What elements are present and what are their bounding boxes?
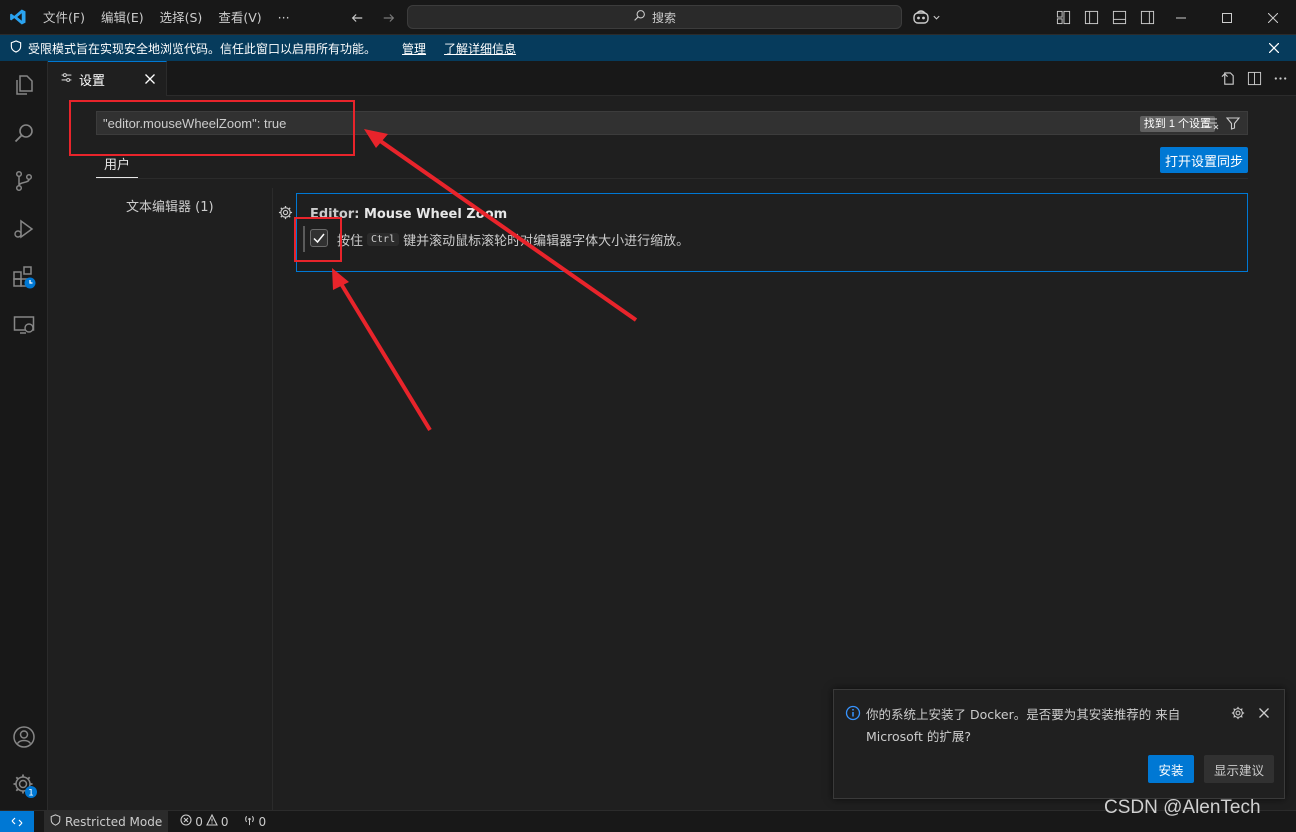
remote-indicator-icon[interactable] xyxy=(0,810,34,832)
extensions-icon[interactable] xyxy=(0,253,48,301)
toggle-secondary-sidebar-icon[interactable] xyxy=(1136,7,1158,29)
warning-icon xyxy=(205,813,218,829)
close-icon[interactable] xyxy=(1256,705,1272,721)
restricted-mode-banner: 受限模式旨在实现安全地浏览代码。信任此窗口以启用所有功能。 管理 了解详细信息 xyxy=(0,35,1296,61)
customize-layout-icon[interactable] xyxy=(1052,7,1074,29)
ports-status[interactable]: 0 xyxy=(243,814,267,829)
notification-line-2: Microsoft 的扩展? xyxy=(866,729,971,744)
toggle-panel-icon[interactable] xyxy=(1108,7,1130,29)
run-debug-icon[interactable] xyxy=(0,205,48,253)
settings-tab-icon xyxy=(60,71,73,88)
setting-description: 按住 Ctrl 键并滚动鼠标滚轮时对编辑器字体大小进行缩放。 xyxy=(337,230,689,249)
maximize-icon[interactable] xyxy=(1204,0,1250,35)
setting-gear-icon[interactable] xyxy=(277,204,293,220)
setting-item-mouse-wheel-zoom: Editor: Mouse Wheel Zoom 按住 Ctrl 键并滚动鼠标滚… xyxy=(296,193,1248,272)
toc-divider xyxy=(272,188,273,810)
explorer-icon[interactable] xyxy=(0,61,48,109)
menu-selection[interactable]: 选择(S) xyxy=(152,0,211,35)
ports-count: 0 xyxy=(258,814,267,829)
split-editor-icon[interactable] xyxy=(1246,69,1262,87)
more-actions-icon[interactable] xyxy=(1272,69,1288,87)
open-settings-json-icon[interactable] xyxy=(1220,69,1236,87)
vscode-logo-icon xyxy=(0,0,35,35)
toc-item-text-editor[interactable]: 文本编辑器 (1) xyxy=(126,196,214,215)
install-button[interactable]: 安装 xyxy=(1148,755,1194,783)
menu-more[interactable]: ··· xyxy=(270,0,298,35)
problems-status[interactable]: 0 0 xyxy=(180,813,229,829)
notification-toast: 你的系统上安装了 Docker。是否要为其安装推荐的 来自 Microsoft … xyxy=(833,689,1285,799)
annotation-box-checkbox xyxy=(294,217,342,262)
info-icon xyxy=(845,705,861,721)
annotation-arrow-to-checkbox xyxy=(332,268,432,432)
banner-message: 受限模式旨在实现安全地浏览代码。信任此窗口以启用所有功能。 xyxy=(28,41,377,56)
setting-name: Mouse Wheel Zoom xyxy=(363,207,508,222)
notification-message: 你的系统上安装了 Docker。是否要为其安装推荐的 来自 Microsoft … xyxy=(866,704,1206,748)
close-icon[interactable] xyxy=(1266,40,1282,56)
forward-arrow-icon[interactable] xyxy=(378,7,400,29)
toggle-primary-sidebar-icon[interactable] xyxy=(1080,7,1102,29)
search-icon xyxy=(633,9,646,25)
activity-bar: 1 xyxy=(0,61,48,810)
banner-manage-link[interactable]: 管理 xyxy=(402,40,426,57)
search-view-icon[interactable] xyxy=(0,109,48,157)
chevron-down-icon xyxy=(933,15,940,20)
tab-label: 设置 xyxy=(79,73,106,89)
menu-file[interactable]: 文件(F) xyxy=(35,0,93,35)
show-recommendations-button[interactable]: 显示建议 xyxy=(1204,755,1274,783)
clear-filter-list-icon[interactable] xyxy=(1203,115,1219,134)
account-icon[interactable] xyxy=(0,713,48,761)
shield-icon xyxy=(10,40,22,56)
command-center-search[interactable]: 搜索 xyxy=(407,5,902,29)
close-icon[interactable] xyxy=(142,71,158,87)
command-center-label: 搜索 xyxy=(651,10,676,25)
menu-edit[interactable]: 编辑(E) xyxy=(93,0,152,35)
notification-gear-icon[interactable] xyxy=(1230,705,1246,721)
restricted-mode-status[interactable]: Restricted Mode xyxy=(44,810,169,832)
error-icon xyxy=(180,814,192,829)
source-control-icon[interactable] xyxy=(0,157,48,205)
editor-tabs: 设置 xyxy=(48,61,1296,96)
watermark-text: CSDN @AlenTech xyxy=(1104,797,1261,818)
notification-line-1: 你的系统上安装了 Docker。是否要为其安装推荐的 来自 xyxy=(866,707,1181,722)
shield-icon xyxy=(50,814,61,829)
activity-badge-count: 1 xyxy=(28,789,34,799)
restricted-mode-label: Restricted Mode xyxy=(65,814,163,829)
banner-learn-more-link[interactable]: 了解详细信息 xyxy=(444,40,516,57)
broadcast-icon xyxy=(243,814,256,829)
tab-settings[interactable]: 设置 xyxy=(48,61,167,96)
setting-desc-key: Ctrl xyxy=(367,233,400,246)
minimize-icon[interactable] xyxy=(1158,0,1204,35)
menu-view[interactable]: 查看(V) xyxy=(210,0,269,35)
back-arrow-icon[interactable] xyxy=(346,7,368,29)
manage-gear-icon[interactable]: 1 xyxy=(0,761,48,809)
status-bar: Restricted Mode 0 0 0 xyxy=(0,810,1296,832)
copilot-icon[interactable] xyxy=(912,7,941,27)
remote-explorer-icon[interactable] xyxy=(0,301,48,349)
scope-divider xyxy=(96,178,1248,179)
close-window-icon[interactable] xyxy=(1250,0,1296,35)
title-bar: 文件(F) 编辑(E) 选择(S) 查看(V) ··· 搜索 xyxy=(0,0,1296,35)
annotation-box-search xyxy=(69,100,355,156)
error-count: 0 xyxy=(195,814,203,829)
setting-desc-after: 键并滚动鼠标滚轮时对编辑器字体大小进行缩放。 xyxy=(403,234,690,249)
turn-on-settings-sync-button[interactable]: 打开设置同步 xyxy=(1160,147,1248,173)
filter-icon[interactable] xyxy=(1225,115,1241,134)
warning-count: 0 xyxy=(220,814,229,829)
